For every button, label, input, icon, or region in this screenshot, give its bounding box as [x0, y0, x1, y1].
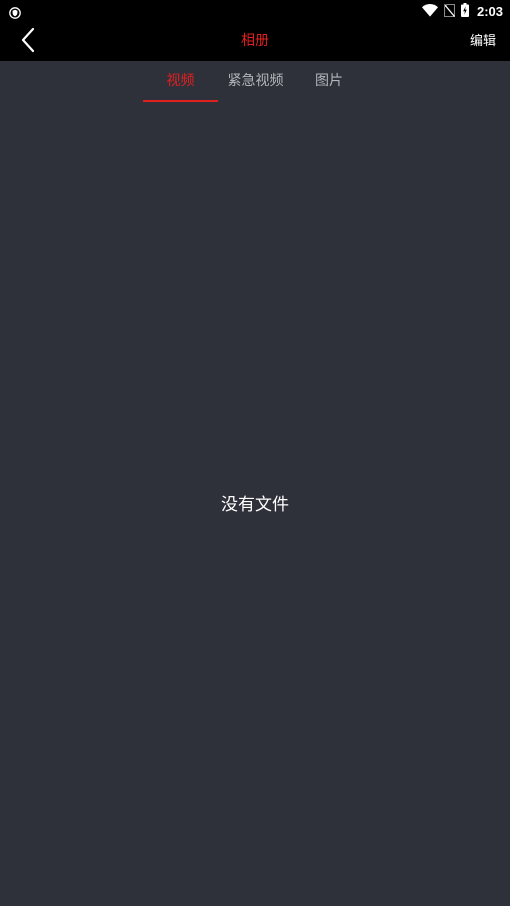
- edit-button[interactable]: 编辑: [470, 22, 496, 61]
- back-button[interactable]: [10, 24, 46, 60]
- status-icons: 2:03: [421, 0, 503, 22]
- tab-label: 紧急视频: [227, 73, 284, 89]
- status-time: 2:03: [476, 3, 503, 19]
- no-sim-icon: [443, 2, 456, 21]
- status-bar: 2:03: [0, 0, 510, 22]
- tab-label: 视频: [166, 73, 195, 89]
- empty-state-message: 没有文件: [221, 495, 289, 515]
- tab-emergency-videos[interactable]: 紧急视频: [218, 61, 293, 102]
- tab-videos[interactable]: 视频: [143, 61, 218, 102]
- app-bar: 相册 编辑: [0, 22, 510, 61]
- chevron-left-icon: [20, 27, 36, 57]
- battery-charging-icon: [460, 2, 469, 21]
- tab-active-indicator: [143, 100, 218, 102]
- tab-pictures[interactable]: 图片: [293, 61, 365, 102]
- shield-icon: [9, 4, 21, 19]
- page-title: 相册: [241, 33, 269, 49]
- tab-bar: 视频 紧急视频 图片: [0, 61, 510, 102]
- wifi-icon: [421, 2, 438, 21]
- tab-label: 图片: [315, 73, 343, 89]
